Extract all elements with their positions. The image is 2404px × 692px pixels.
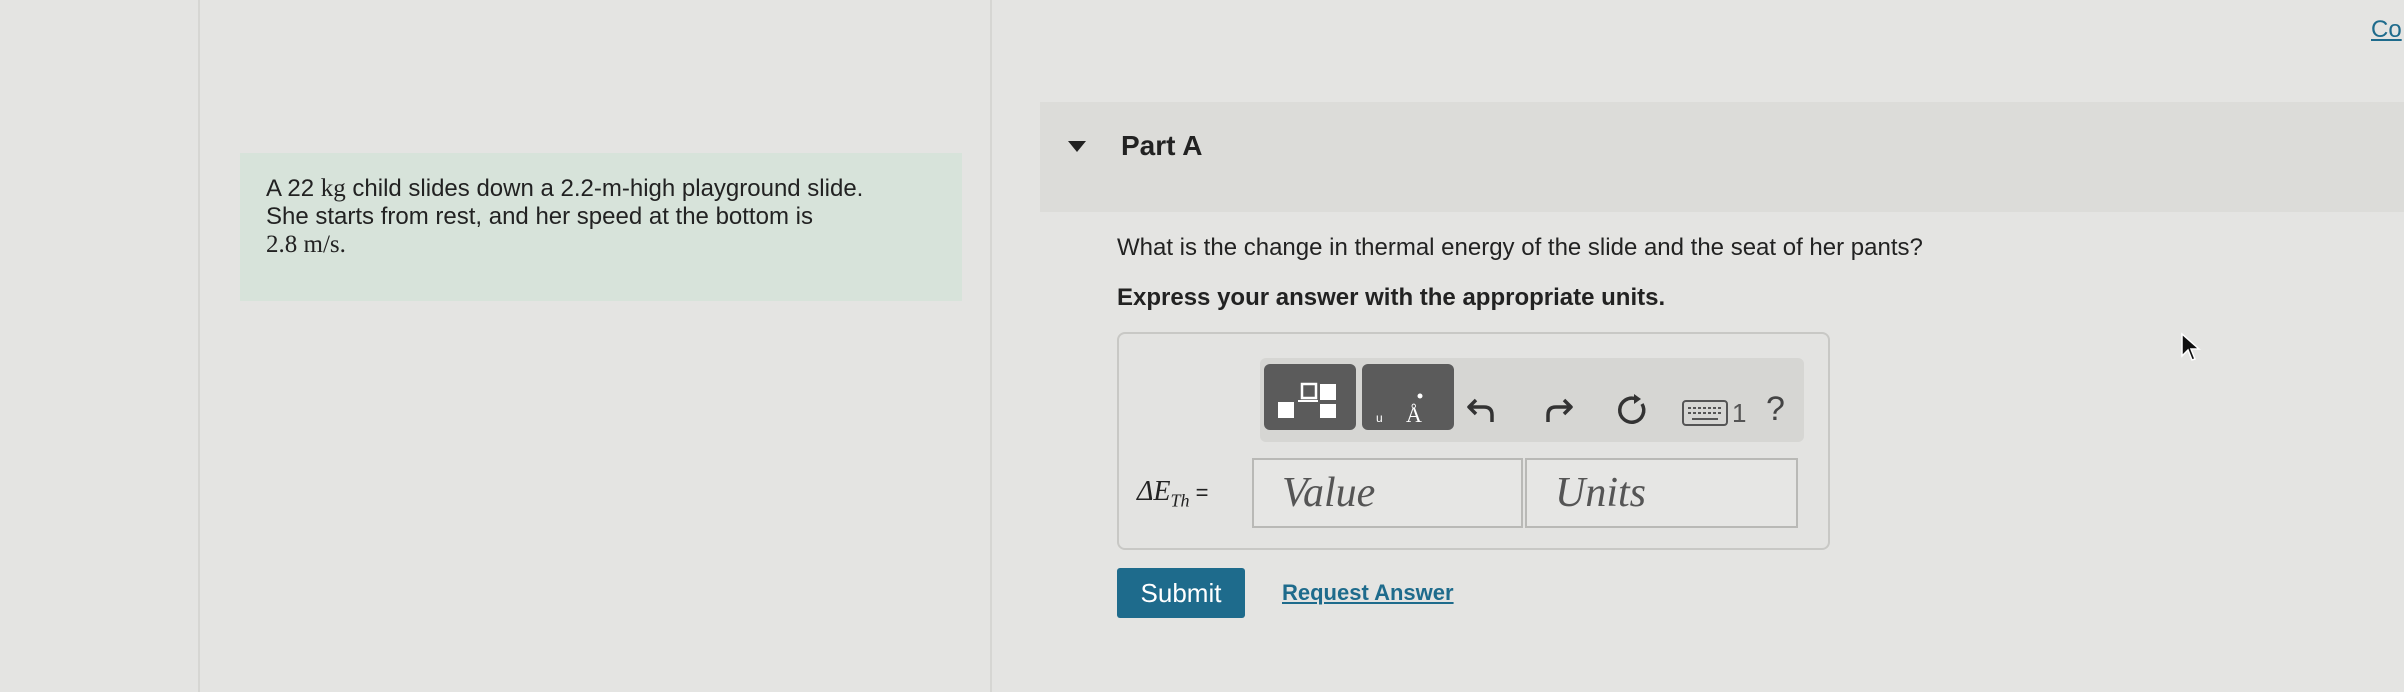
column-divider-left (198, 0, 200, 692)
redo-icon[interactable] (1540, 392, 1574, 426)
collapse-caret-icon[interactable] (1068, 141, 1086, 152)
units-button[interactable]: Å u (1362, 364, 1454, 430)
templates-icon (1278, 382, 1336, 418)
keyboard-label: 1 (1732, 398, 1747, 428)
problem-line-1: A 22 kg child slides down a 2.2-m-high p… (266, 175, 864, 202)
svg-text:u: u (1376, 411, 1383, 425)
request-answer-link[interactable]: Request Answer (1282, 580, 1454, 606)
problem-line-3: 2.8 m/s. (266, 231, 346, 258)
units-icon: Å u (1376, 393, 1423, 427)
value-input[interactable]: Value (1252, 458, 1523, 528)
reset-icon[interactable] (1614, 392, 1650, 428)
mouse-cursor-icon (2181, 332, 2201, 361)
problem-statement: A 22 kg child slides down a 2.2-m-high p… (240, 153, 962, 301)
submit-button[interactable]: Submit (1117, 568, 1245, 618)
top-right-link[interactable]: Co (2371, 16, 2402, 44)
units-input[interactable]: Units (1525, 458, 1798, 528)
undo-icon[interactable] (1466, 392, 1500, 426)
help-icon[interactable]: ? (1766, 389, 1785, 429)
svg-text:Å: Å (1406, 402, 1422, 427)
question-text: What is the change in thermal energy of … (1117, 234, 1923, 261)
keyboard-button[interactable]: 1 (1682, 398, 1747, 428)
part-title[interactable]: Part A (1121, 130, 1202, 162)
problem-line-2: She starts from rest, and her speed at t… (266, 203, 813, 230)
keyboard-icon (1682, 400, 1728, 426)
templates-button[interactable] (1264, 364, 1356, 430)
part-header[interactable] (1040, 102, 2404, 212)
instruction-text: Express your answer with the appropriate… (1117, 284, 1666, 311)
answer-label: ΔETh = (1137, 476, 1209, 511)
column-divider-middle (990, 0, 992, 692)
mass-unit: kg (320, 175, 346, 202)
